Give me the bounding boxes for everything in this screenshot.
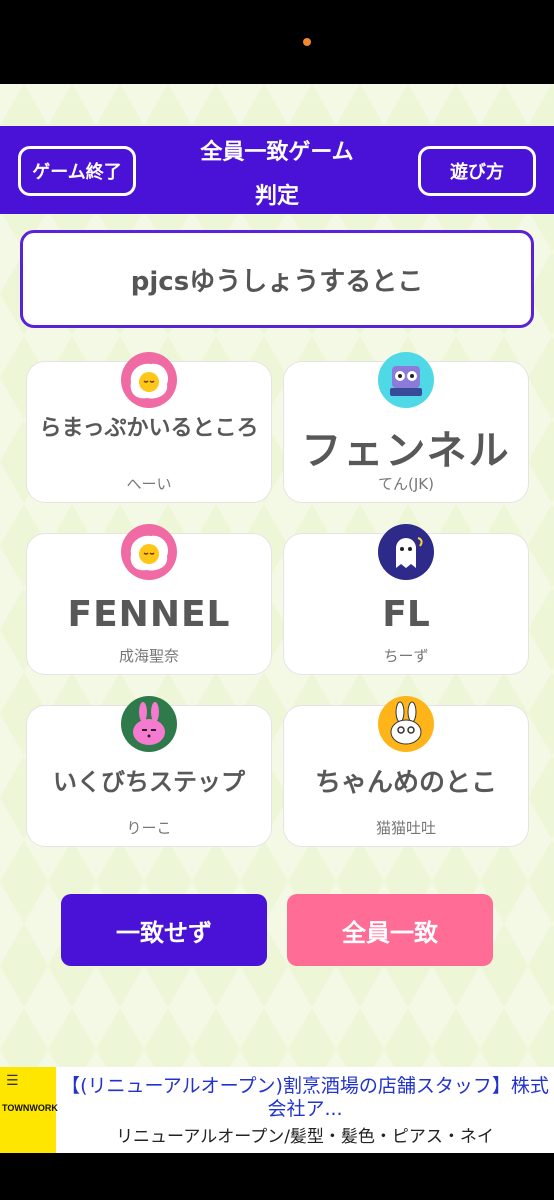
header-bar: ゲーム終了 全員一致ゲーム 判定 遊び方	[0, 126, 554, 214]
player-name: りーこ	[126, 819, 172, 837]
answer-text: ちゃんめのとこ	[314, 768, 497, 798]
ad-title[interactable]: 【(リニューアルオープン)割烹酒場の店舗スタッフ】株式会社ア...	[60, 1075, 550, 1121]
townwork-logo: ☰ TOWNWORK	[0, 1067, 58, 1153]
answer-text: FL	[382, 594, 430, 635]
topic-box: pjcsゆうしょうするとこ	[20, 230, 534, 328]
menu-icon: ☰	[6, 1073, 19, 1089]
navigation-bar	[0, 1153, 554, 1200]
all-match-button[interactable]: 全員一致	[287, 894, 493, 966]
answer-text: いくびちステップ	[53, 768, 245, 796]
no-match-button[interactable]: 一致せず	[61, 894, 267, 966]
answer-card: FENNEL 成海聖奈	[27, 524, 271, 674]
ad-brand: TOWNWORK	[2, 1103, 58, 1113]
ad-description: リニューアルオープン/髪型・髪色・ピアス・ネイ	[116, 1127, 494, 1147]
ghost-icon	[378, 524, 434, 580]
owl-book-icon	[378, 352, 434, 408]
answer-card: らまっぷかいるところ へーい	[27, 352, 271, 502]
fried-egg-icon	[121, 352, 177, 408]
how-to-play-button[interactable]: 遊び方	[418, 146, 536, 196]
pink-rabbit-icon	[121, 696, 177, 752]
page-title: 全員一致ゲーム	[200, 140, 354, 165]
answer-text: らまっぷかいるところ	[39, 416, 259, 441]
game-screen: ゲーム終了 全員一致ゲーム 判定 遊び方 pjcsゆうしょうするとこ らまっぷか…	[0, 84, 554, 1067]
answer-text: FENNEL	[67, 594, 231, 635]
answer-card: フェンネル てん(JK)	[284, 352, 528, 502]
page-subtitle: 判定	[254, 184, 299, 209]
camera-indicator	[303, 38, 311, 46]
player-name: てん(JK)	[378, 475, 434, 493]
player-name: ちーず	[383, 647, 429, 665]
answer-card: FL ちーず	[284, 524, 528, 674]
ad-banner[interactable]: ☰ TOWNWORK 【(リニューアルオープン)割烹酒場の店舗スタッフ】株式会社…	[0, 1067, 554, 1153]
player-name: へーい	[126, 475, 172, 493]
player-name: 猫猫吐吐	[375, 819, 436, 837]
player-name: 成海聖奈	[118, 647, 179, 665]
answer-card: いくびちステップ りーこ	[27, 696, 271, 846]
answer-card: ちゃんめのとこ 猫猫吐吐	[284, 696, 528, 846]
fried-egg-icon	[121, 524, 177, 580]
end-game-button[interactable]: ゲーム終了	[18, 146, 136, 196]
answer-text: フェンネル	[301, 428, 511, 474]
white-rabbit-icon	[378, 696, 434, 752]
status-bar	[0, 0, 554, 84]
